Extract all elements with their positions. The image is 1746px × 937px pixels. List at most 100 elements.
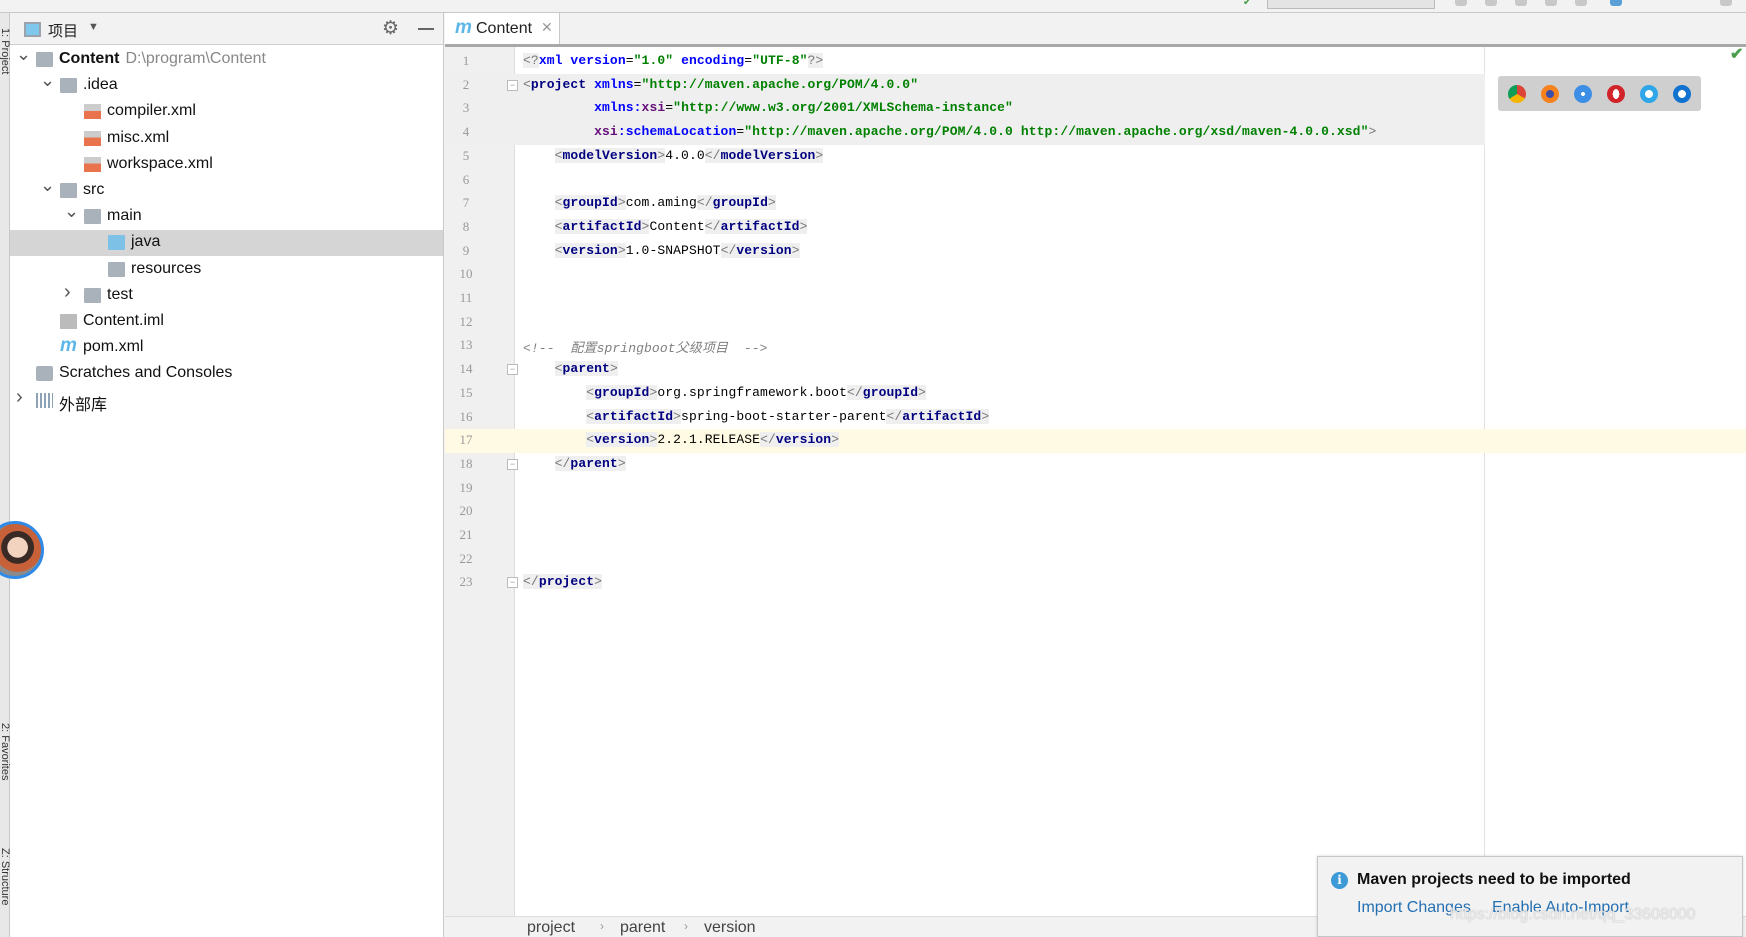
code-line[interactable]: 12 xyxy=(445,311,1746,335)
tree-item[interactable]: ⌄ .idea xyxy=(10,70,443,99)
code-editor[interactable]: 1 <?xml version="1.0" encoding="UTF-8"?> 2… xyxy=(445,44,1746,916)
token-val: "UTF-8" xyxy=(752,53,808,68)
chevron-down-icon[interactable]: ⌄ xyxy=(64,201,79,222)
opera-icon[interactable] xyxy=(1607,85,1625,103)
edge-icon[interactable] xyxy=(1673,85,1691,103)
tree-item[interactable]: ⌄ Content D:\program\Content xyxy=(10,44,443,73)
code-line[interactable]: 13 <!-- 配置springboot父级项目 --> xyxy=(445,334,1746,358)
code-line[interactable]: 3 xmlns:xsi="http://www.w3.org/2001/XMLS… xyxy=(445,97,1485,122)
tree-item[interactable]: misc.xml xyxy=(10,126,443,152)
code-line[interactable]: 6 xyxy=(445,169,1746,193)
code-line[interactable]: 10 xyxy=(445,263,1746,287)
tree-item[interactable]: ⌄ src xyxy=(10,175,443,204)
safari-icon[interactable] xyxy=(1574,85,1592,103)
stop-icon[interactable] xyxy=(1575,0,1587,6)
fold-marker-icon[interactable]: − xyxy=(507,79,518,91)
tree-item[interactable]: java xyxy=(10,230,443,257)
tree-item-label: resources xyxy=(131,260,201,278)
code-line[interactable]: 16 <artifactId>spring-boot-starter-paren… xyxy=(445,406,1746,430)
code-line[interactable]: 11 xyxy=(445,287,1746,311)
fold-marker-icon[interactable]: − xyxy=(507,364,518,376)
token-br: </ xyxy=(523,574,539,590)
profile-icon[interactable] xyxy=(1545,0,1557,6)
tree-item[interactable]: Content.iml xyxy=(10,309,443,335)
firefox-icon[interactable] xyxy=(1541,85,1559,103)
code-line[interactable]: 20 xyxy=(445,500,1746,524)
token-attr: :schemaLocation xyxy=(617,124,737,140)
code-text: <artifactId>spring-boot-starter-parent</… xyxy=(523,408,990,424)
code-line[interactable]: 8 <artifactId>Content</artifactId> xyxy=(445,216,1746,240)
token-br: </ xyxy=(760,432,776,448)
enable-auto-import-link[interactable]: Enable Auto-Import xyxy=(1492,899,1629,917)
token-tag: project xyxy=(530,76,595,92)
chevron-down-icon[interactable]: ⌄ xyxy=(40,70,55,91)
tree-item[interactable]: Scratches and Consoles xyxy=(10,361,443,387)
tree-item-label: main xyxy=(107,207,142,225)
tree-item-label: Content.iml xyxy=(83,312,164,330)
tab-content-pom[interactable]: m Content ✕ xyxy=(445,13,560,44)
fold-marker-icon[interactable]: − xyxy=(507,458,518,470)
folder-icon xyxy=(84,287,101,303)
breadcrumb-item[interactable]: parent xyxy=(620,919,665,937)
tree-item[interactable]: › test xyxy=(10,281,443,309)
debug-icon[interactable] xyxy=(1485,0,1497,6)
run-icon[interactable] xyxy=(1455,0,1467,6)
tree-item-name: Content xyxy=(59,50,120,67)
token-br: </ xyxy=(554,455,571,471)
chevron-down-icon[interactable]: ⌄ xyxy=(16,44,31,65)
run-configuration-select[interactable] xyxy=(1267,0,1435,9)
chevron-right-icon[interactable]: › xyxy=(16,386,23,409)
tree-item[interactable]: ⌄ main xyxy=(10,201,443,230)
line-number: 21 xyxy=(459,527,473,542)
tree-item-name: pom.xml xyxy=(83,338,144,356)
maven-import-notification: i Maven projects need to be imported Imp… xyxy=(1317,856,1743,937)
tree-item[interactable]: › 外部库 xyxy=(10,386,443,414)
code-line[interactable]: 19 xyxy=(445,477,1746,501)
project-structure-icon[interactable] xyxy=(1610,0,1622,6)
breadcrumb-item[interactable]: project xyxy=(527,919,575,937)
chevron-down-icon[interactable]: ▼ xyxy=(88,21,99,33)
code-line[interactable]: 2 − <project xmlns="http://maven.apache.or… xyxy=(445,73,1485,98)
maven-file-icon: m xyxy=(60,335,77,357)
token-br: > xyxy=(767,195,776,211)
code-line[interactable]: 17 <version>2.2.1.RELEASE</version> xyxy=(445,429,1746,454)
token-txt: = xyxy=(665,100,674,116)
minimize-icon[interactable] xyxy=(418,28,434,30)
code-line[interactable]: 9 <version>1.0-SNAPSHOT</version> xyxy=(445,240,1746,264)
import-changes-link[interactable]: Import Changes xyxy=(1357,899,1471,917)
window-icon[interactable] xyxy=(1720,0,1732,6)
chrome-icon[interactable] xyxy=(1508,85,1526,103)
line-number: 15 xyxy=(459,384,473,400)
code-line[interactable]: 5 <modelVersion>4.0.0</modelVersion> xyxy=(445,145,1746,169)
tree-item[interactable]: resources xyxy=(10,257,443,283)
code-line[interactable]: 1 <?xml version="1.0" encoding="UTF-8"?> xyxy=(445,50,1746,74)
token-br: <? xyxy=(523,53,539,68)
breadcrumb-item[interactable]: version xyxy=(704,919,756,937)
code-line[interactable]: 7 <groupId>com.aming</groupId> xyxy=(445,192,1746,216)
tree-item[interactable]: workspace.xml xyxy=(10,152,443,178)
code-line[interactable]: 4 xsi:schemaLocation="http://maven.apach… xyxy=(445,121,1485,146)
code-line[interactable]: 22 xyxy=(445,548,1746,572)
code-line[interactable]: 14 − <parent> xyxy=(445,358,1746,382)
code-line[interactable]: 21 xyxy=(445,524,1746,548)
code-line[interactable]: 23 − </project> xyxy=(445,571,1746,595)
tree-item-name: Scratches and Consoles xyxy=(59,364,233,382)
code-line[interactable]: 18 − </parent> xyxy=(445,453,1746,477)
coverage-icon[interactable] xyxy=(1515,0,1527,6)
fold-marker-icon[interactable]: − xyxy=(507,577,518,589)
chevron-right-icon[interactable]: › xyxy=(64,281,71,304)
close-icon[interactable]: ✕ xyxy=(541,19,553,36)
tree-item[interactable]: m pom.xml xyxy=(10,335,443,361)
line-number: 18 xyxy=(459,455,473,471)
inspection-ok-icon[interactable]: ✔ xyxy=(1730,44,1743,64)
tree-item-name: misc.xml xyxy=(107,128,170,146)
gear-icon[interactable]: ⚙ xyxy=(382,17,399,40)
internet-explorer-icon[interactable] xyxy=(1640,85,1658,103)
chevron-down-icon[interactable]: ⌄ xyxy=(40,175,55,196)
code-line[interactable]: 15 <groupId>org.springframework.boot</gr… xyxy=(445,382,1746,406)
project-panel-title[interactable]: 项目 xyxy=(48,20,78,41)
build-ok-icon[interactable]: ✔ xyxy=(1243,0,1251,8)
tree-item[interactable]: compiler.xml xyxy=(10,99,443,125)
